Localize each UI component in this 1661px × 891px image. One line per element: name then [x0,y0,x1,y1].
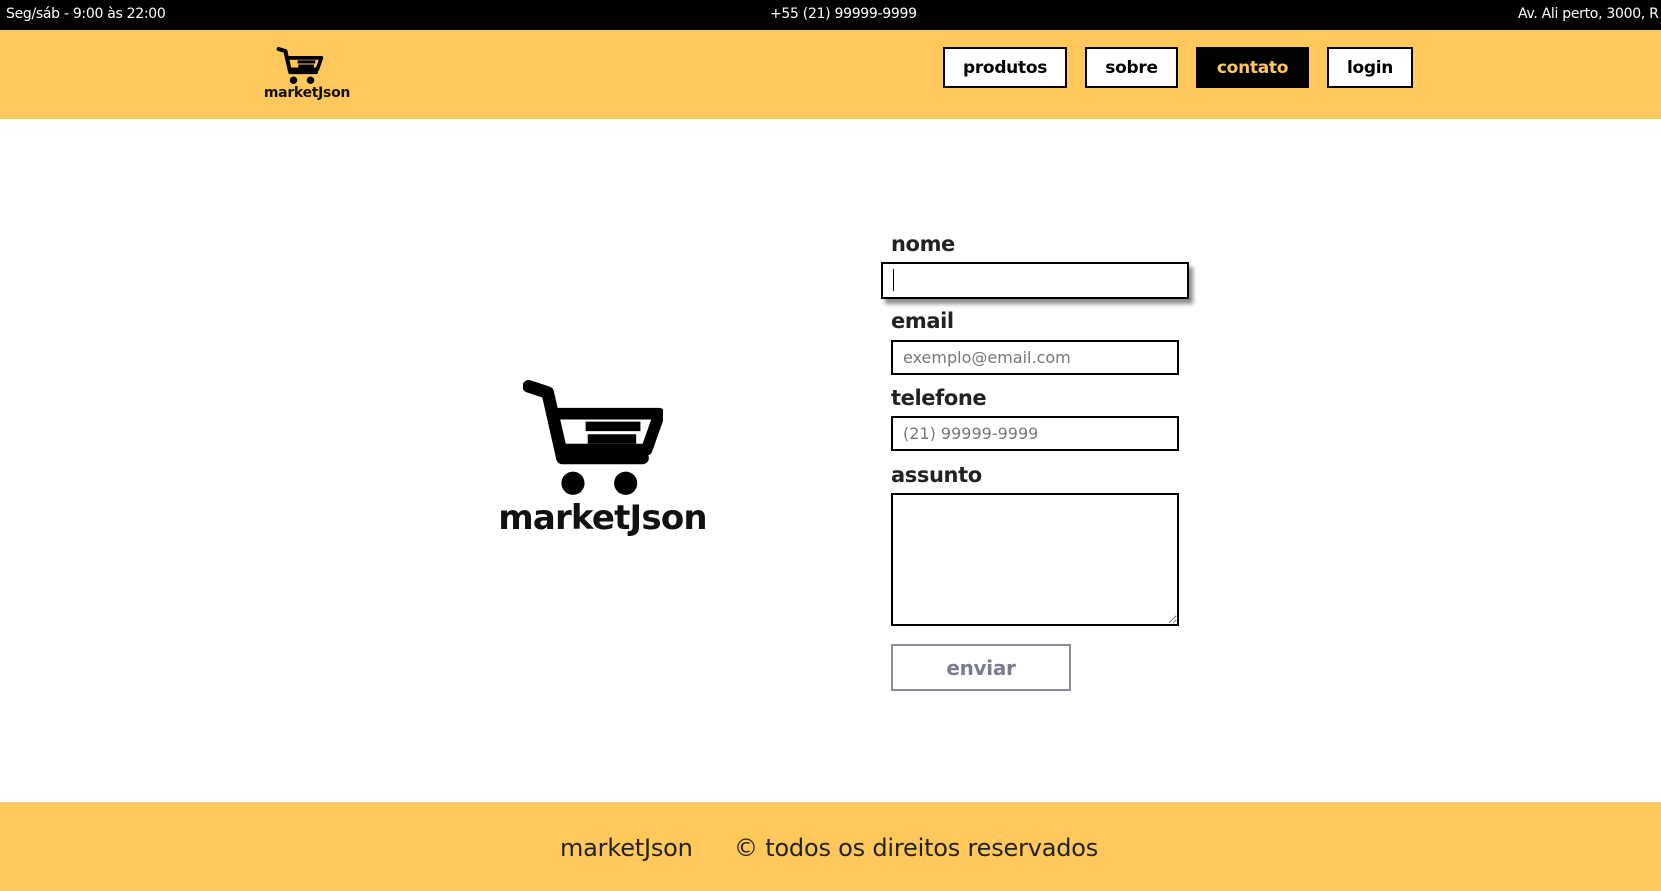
header-logo[interactable]: marketJson [261,47,361,103]
store-address: Av. Ali perto, 3000, R [1518,6,1659,22]
store-hours: Seg/sáb - 9:00 às 22:00 [6,6,166,22]
nav-produtos-button[interactable]: produtos [943,47,1067,88]
shopping-cart-icon [276,47,324,84]
telefone-input[interactable] [891,416,1179,451]
hero-logo: marketJson [495,380,715,540]
text-caret [893,269,894,291]
contact-phone: +55 (21) 99999-9999 [770,6,917,22]
top-info-bar: Seg/sáb - 9:00 às 22:00 +55 (21) 99999-9… [0,0,1661,30]
nav-login-button[interactable]: login [1327,47,1413,88]
telefone-label: telefone [891,386,987,410]
assunto-textarea[interactable] [891,493,1179,626]
footer-copyright: © todos os direitos reservados [734,834,1099,862]
enviar-button[interactable]: enviar [891,644,1071,691]
nav-sobre-button[interactable]: sobre [1085,47,1178,88]
hero-brand-name: marketJson [498,498,707,538]
nome-label: nome [891,232,955,256]
shopping-cart-icon [523,380,663,495]
site-footer: marketJson © todos os direitos reservado… [0,802,1661,891]
nav-contato-button[interactable]: contato [1196,47,1309,88]
header-brand-name: marketJson [263,85,351,101]
site-header: marketJson produtos sobre contato login [0,30,1661,119]
email-label: email [891,309,954,333]
assunto-label: assunto [891,463,982,487]
email-input[interactable] [891,340,1179,375]
nome-input[interactable] [881,262,1189,299]
footer-brand: marketJson [560,834,693,862]
